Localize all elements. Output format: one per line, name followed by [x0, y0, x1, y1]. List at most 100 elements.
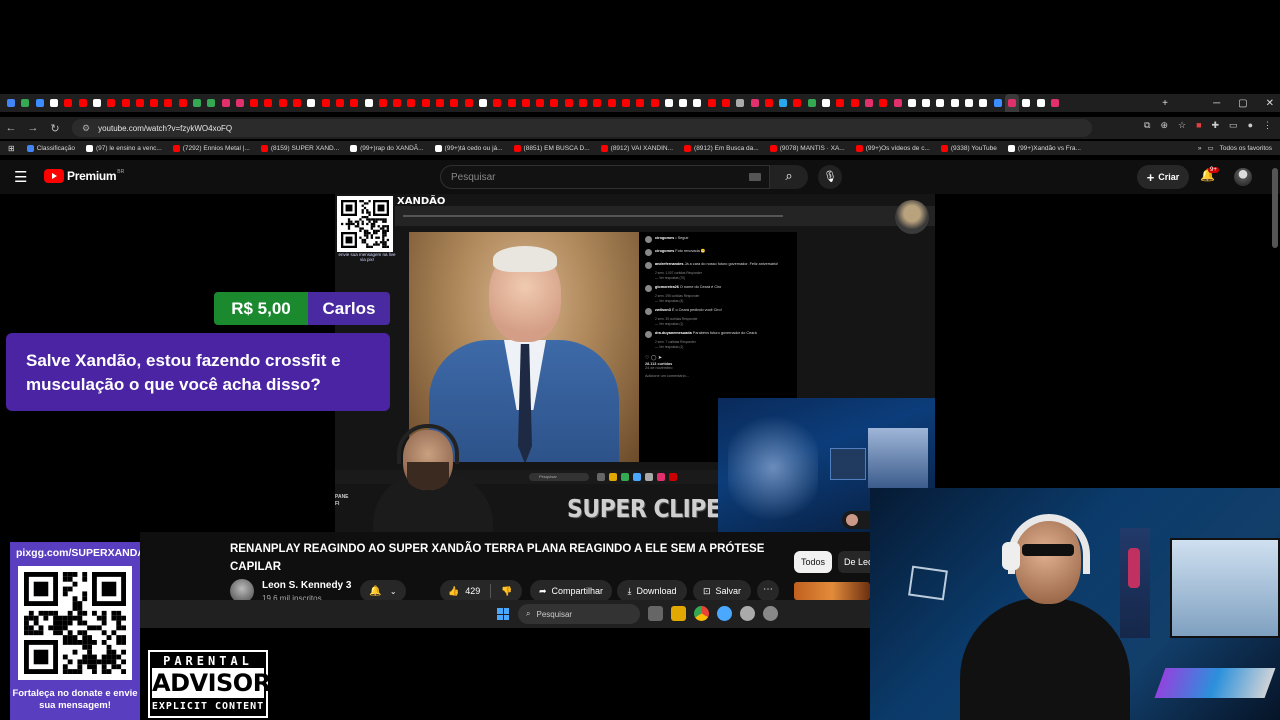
like-count[interactable]: 429 [465, 586, 480, 596]
browser-tab[interactable] [919, 94, 933, 112]
create-button[interactable]: + Criar [1137, 165, 1189, 189]
browser-tab[interactable] [133, 94, 147, 112]
task-view-icon[interactable] [648, 606, 663, 621]
browser-tab[interactable] [1048, 94, 1062, 112]
browser-tab[interactable] [247, 94, 261, 112]
browser-tab[interactable] [218, 94, 232, 112]
bookmark-item[interactable]: (97) le ensino a venc... [86, 144, 162, 152]
chip-channel[interactable]: De Leon [838, 551, 870, 573]
windows-start-icon[interactable] [497, 608, 509, 620]
save-button[interactable]: ⊡ Salvar [693, 580, 751, 602]
browser-tab[interactable] [1033, 94, 1047, 112]
app-icon[interactable] [740, 606, 755, 621]
browser-tab[interactable] [118, 94, 132, 112]
browser-tab[interactable] [905, 94, 919, 112]
search-button[interactable]: ⌕ [770, 165, 808, 189]
browser-tab[interactable] [948, 94, 962, 112]
video-player[interactable]: envie sua mensagem na live via pix! XAND… [335, 194, 935, 532]
subscription-bell-button[interactable]: 🔔 ⌄ [360, 580, 406, 602]
browser-tab[interactable] [1019, 94, 1033, 112]
browser-tab[interactable] [819, 94, 833, 112]
dislike-icon[interactable]: 👎 [501, 586, 512, 597]
browser-tab[interactable] [90, 94, 104, 112]
install-app-icon[interactable]: ⧉ [1144, 120, 1150, 131]
browser-tab[interactable] [18, 94, 32, 112]
browser-tab[interactable] [75, 94, 89, 112]
browser-menu-icon[interactable]: ⋮ [1263, 120, 1272, 131]
browser-tab[interactable] [104, 94, 118, 112]
browser-tab[interactable] [705, 94, 719, 112]
browser-tab[interactable] [376, 94, 390, 112]
youtube-logo[interactable]: Premium BR [44, 169, 124, 183]
browser-tab[interactable] [805, 94, 819, 112]
site-settings-icon[interactable]: ⚙ [82, 123, 90, 134]
browser-tab[interactable] [747, 94, 761, 112]
forward-icon[interactable]: → [22, 122, 44, 134]
browser-tab[interactable] [647, 94, 661, 112]
browser-tab[interactable] [261, 94, 275, 112]
more-bookmarks-icon[interactable]: » [1198, 145, 1202, 152]
bookmark-item[interactable]: (9078) MANTIS · XA... [769, 144, 845, 152]
share-button[interactable]: ➦ Compartilhar [530, 580, 612, 602]
browser-tab[interactable] [533, 94, 547, 112]
browser-tab[interactable] [662, 94, 676, 112]
browser-tab[interactable] [776, 94, 790, 112]
avatar[interactable] [1234, 168, 1252, 186]
browser-tab[interactable] [962, 94, 976, 112]
browser-tab[interactable] [419, 94, 433, 112]
back-icon[interactable]: ← [0, 122, 22, 134]
close-window-icon[interactable]: ✕ [1266, 98, 1274, 109]
browser-tab[interactable] [204, 94, 218, 112]
search-input[interactable]: Pesquisar [440, 165, 770, 189]
bookmark-item[interactable]: (99+)tá cedo ou já... [434, 144, 503, 152]
browser-tab[interactable] [719, 94, 733, 112]
extensions-puzzle-icon[interactable]: ✚ [1212, 120, 1220, 131]
browser-tab[interactable] [790, 94, 804, 112]
browser-tab[interactable] [290, 94, 304, 112]
browser-tab[interactable] [990, 94, 1004, 112]
browser-tab[interactable] [890, 94, 904, 112]
browser-tab[interactable] [233, 94, 247, 112]
bookmark-item[interactable]: (8851) EM BUSCA D... [513, 144, 590, 152]
page-scrollbar[interactable] [1272, 168, 1278, 248]
browser-tab[interactable] [433, 94, 447, 112]
browser-tab[interactable] [476, 94, 490, 112]
bookmark-item[interactable]: (99+)Os vídeos de c... [855, 144, 930, 152]
browser-tab[interactable] [4, 94, 18, 112]
browser-tab[interactable] [576, 94, 590, 112]
url-input[interactable]: ⚙ youtube.com/watch?v=fzykWO4xoFQ [72, 119, 1092, 137]
bookmark-item[interactable]: (8912) VAI XANDIN... [600, 144, 673, 152]
bookmark-item[interactable]: Classificação [26, 144, 75, 152]
taskbar-search[interactable]: ⌕ Pesquisar [518, 604, 640, 624]
browser-tab[interactable] [462, 94, 476, 112]
browser-tab[interactable] [976, 94, 990, 112]
app-icon[interactable] [717, 606, 732, 621]
browser-tab[interactable] [304, 94, 318, 112]
browser-tab[interactable] [347, 94, 361, 112]
browser-tab[interactable] [690, 94, 704, 112]
browser-tab[interactable] [490, 94, 504, 112]
browser-tab[interactable] [619, 94, 633, 112]
browser-tab[interactable] [633, 94, 647, 112]
browser-tab[interactable] [762, 94, 776, 112]
browser-tab[interactable] [361, 94, 375, 112]
reload-icon[interactable]: ↻ [44, 122, 66, 135]
chip-all[interactable]: Todos [794, 551, 832, 573]
settings-icon[interactable] [763, 606, 778, 621]
hamburger-menu-icon[interactable]: ☰ [14, 168, 27, 186]
browser-tab[interactable] [190, 94, 204, 112]
like-icon[interactable]: 👍 [448, 586, 459, 597]
profile-icon[interactable]: ● [1248, 120, 1253, 131]
all-bookmarks-link[interactable]: Todos os favoritos [1220, 145, 1272, 152]
browser-tab[interactable] [47, 94, 61, 112]
recommended-video-thumbnail[interactable] [794, 582, 870, 600]
download-button[interactable]: ⤓ Download [617, 580, 687, 602]
extension-icon[interactable]: ■ [1196, 120, 1201, 131]
chrome-icon[interactable] [694, 606, 709, 621]
bookmark-item[interactable]: (99+)rap do XANDÃ... [350, 144, 424, 152]
maximize-icon[interactable]: ▢ [1238, 98, 1247, 109]
browser-tab[interactable] [848, 94, 862, 112]
browser-tab[interactable] [562, 94, 576, 112]
browser-tab[interactable] [333, 94, 347, 112]
browser-tab[interactable] [390, 94, 404, 112]
